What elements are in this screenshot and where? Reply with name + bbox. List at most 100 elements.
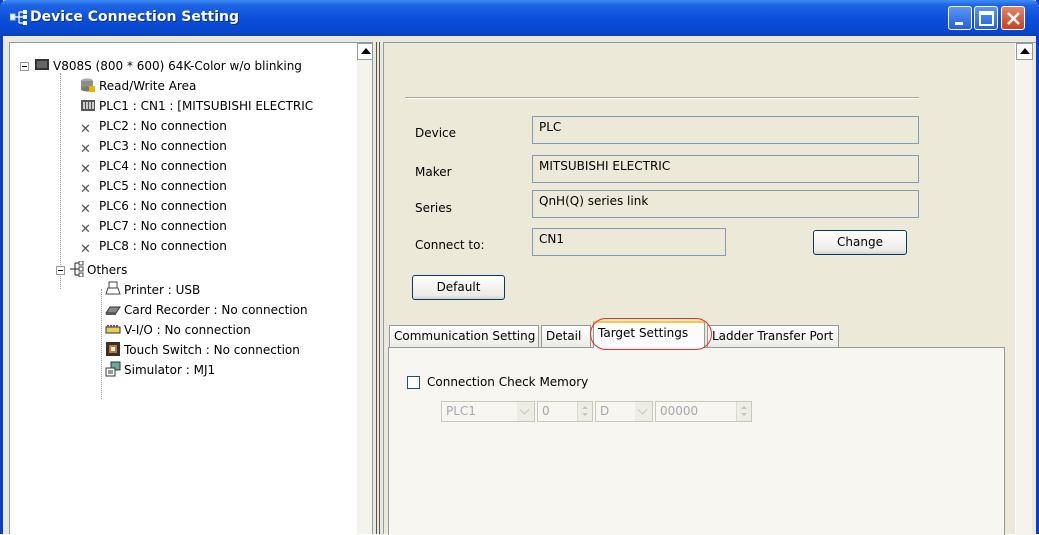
number-stepper-value: 0 (542, 404, 550, 418)
device-connection-window: Device Connection Setting V808S (800 * 6… (0, 0, 1039, 535)
x-icon: ✕ (80, 162, 91, 177)
target-settings-panel: Connection Check Memory PLC1 0 D 00000 (388, 347, 1005, 535)
tree-item-label: PLC4 : No connection (99, 159, 227, 173)
spinner-arrows-icon (736, 402, 751, 421)
scroll-up-arrow-icon[interactable] (1016, 43, 1033, 60)
tree-item-card-recorder[interactable]: Card Recorder : No connection (105, 300, 308, 320)
tree-item-others[interactable]: Others (68, 260, 127, 280)
monitor-icon (35, 59, 49, 70)
connect-to-label: Connect to: (415, 238, 485, 252)
tree-item-plc2[interactable]: ✕ PLC2 : No connection (80, 116, 227, 137)
tree-item-plc5[interactable]: ✕ PLC5 : No connection (80, 176, 227, 197)
minimize-icon (955, 22, 963, 25)
tree-item-label: Others (87, 263, 128, 277)
device-type-select-value: D (600, 404, 610, 418)
number-stepper[interactable]: 0 (537, 401, 593, 422)
tab-target-settings[interactable]: Target Settings (593, 321, 705, 348)
x-icon: ✕ (80, 222, 91, 237)
tree-item-plc4[interactable]: ✕ PLC4 : No connection (80, 156, 227, 177)
tree-item-label: Touch Switch : No connection (124, 343, 300, 357)
others-tree-icon (70, 261, 84, 277)
device-type-select[interactable]: D (595, 401, 653, 422)
tree-item-plc6[interactable]: ✕ PLC6 : No connection (80, 196, 227, 217)
series-label: Series (415, 201, 452, 215)
device-field: PLC (532, 116, 919, 144)
chevron-down-icon (635, 402, 652, 421)
tree-root-label: V808S (800 * 600) 64K-Color w/o blinking (53, 59, 302, 73)
maximize-button[interactable] (974, 6, 998, 30)
tree-line (60, 73, 61, 289)
default-button[interactable]: Default (412, 275, 505, 300)
printer-icon (105, 281, 121, 295)
touch-switch-icon (106, 342, 120, 356)
tree-item-simulator[interactable]: Simulator : MJ1 (105, 360, 215, 380)
tree-item-plc1[interactable]: PLC1 : CN1 : [MITSUBISHI ELECTRIC (80, 96, 313, 116)
x-icon: ✕ (80, 122, 91, 137)
address-stepper-value: 00000 (660, 404, 699, 418)
series-field: QnH(Q) series link (532, 190, 919, 218)
x-icon: ✕ (80, 182, 91, 197)
tree-item-read-write-area[interactable]: Read/Write Area (80, 76, 196, 96)
plc-select[interactable]: PLC1 (441, 401, 535, 422)
address-stepper[interactable]: 00000 (655, 401, 752, 422)
tree-item-printer[interactable]: Printer : USB (105, 280, 200, 300)
device-connection-icon (10, 10, 27, 25)
tree-item-label: PLC6 : No connection (99, 199, 227, 213)
title-bar[interactable]: Device Connection Setting (0, 0, 1039, 36)
collapse-others-toggle[interactable] (56, 266, 65, 275)
database-icon (81, 78, 95, 92)
separator (405, 97, 919, 99)
x-icon: ✕ (80, 202, 91, 217)
settings-scrollbar[interactable] (1015, 43, 1033, 535)
tree-item-label: PLC1 : CN1 : [MITSUBISHI ELECTRIC (99, 99, 314, 113)
tree-item-label: PLC7 : No connection (99, 219, 227, 233)
connection-check-memory-label: Connection Check Memory (427, 375, 589, 389)
splitter-line (379, 42, 380, 534)
plc-icon (81, 100, 95, 111)
change-button[interactable]: Change (813, 230, 907, 255)
device-tree[interactable]: V808S (800 * 600) 64K-Color w/o blinking… (9, 42, 373, 534)
x-icon: ✕ (80, 242, 91, 257)
tree-item-plc8[interactable]: ✕ PLC8 : No connection (80, 236, 227, 257)
tab-detail[interactable]: Detail (541, 325, 591, 347)
close-button[interactable] (1001, 6, 1025, 30)
tree-root[interactable]: V808S (800 * 600) 64K-Color w/o blinking (34, 56, 302, 76)
tree-item-label: PLC3 : No connection (99, 139, 227, 153)
tree-item-label: Card Recorder : No connection (124, 303, 308, 317)
connect-to-field: CN1 (532, 228, 726, 256)
maker-field: MITSUBISHI ELECTRIC (532, 155, 919, 183)
splitter-line (376, 42, 377, 534)
tab-ladder-transfer-port[interactable]: Ladder Transfer Port (707, 325, 839, 347)
tree-item-label: PLC8 : No connection (99, 239, 227, 253)
plc-select-value: PLC1 (446, 404, 476, 418)
minimize-button[interactable] (948, 6, 972, 30)
tree-item-label: PLC5 : No connection (99, 179, 227, 193)
card-recorder-icon (105, 306, 121, 315)
x-icon: ✕ (80, 142, 91, 157)
scroll-up-arrow-icon[interactable] (357, 43, 372, 60)
tree-item-plc7[interactable]: ✕ PLC7 : No connection (80, 216, 227, 237)
panel-splitter[interactable] (373, 42, 383, 534)
close-icon (1007, 12, 1020, 25)
tree-item-label: Simulator : MJ1 (124, 363, 216, 377)
maximize-icon (979, 11, 994, 26)
settings-panel: Device PLC Maker MITSUBISHI ELECTRIC Ser… (383, 42, 1036, 535)
simulator-icon (105, 361, 121, 377)
tree-scrollbar[interactable] (356, 43, 372, 534)
tree-item-label: Printer : USB (124, 283, 201, 297)
chevron-down-icon (517, 402, 534, 421)
device-label: Device (415, 126, 457, 140)
tree-item-label: PLC2 : No connection (99, 119, 227, 133)
maker-label: Maker (415, 165, 452, 179)
tree-item-label: V-I/O : No connection (124, 323, 251, 337)
tree-item-plc3[interactable]: ✕ PLC3 : No connection (80, 136, 227, 157)
tree-item-vio[interactable]: V-I/O : No connection (105, 320, 251, 340)
collapse-root-toggle[interactable] (20, 62, 29, 71)
tree-item-label: Read/Write Area (99, 79, 197, 93)
tree-item-touch-switch[interactable]: Touch Switch : No connection (105, 340, 300, 360)
window-title: Device Connection Setting (30, 9, 240, 25)
tab-communication-setting[interactable]: Communication Setting (389, 325, 539, 347)
tree-line (101, 289, 102, 399)
connection-check-memory-checkbox[interactable] (407, 376, 420, 389)
spinner-arrows-icon (577, 402, 592, 421)
